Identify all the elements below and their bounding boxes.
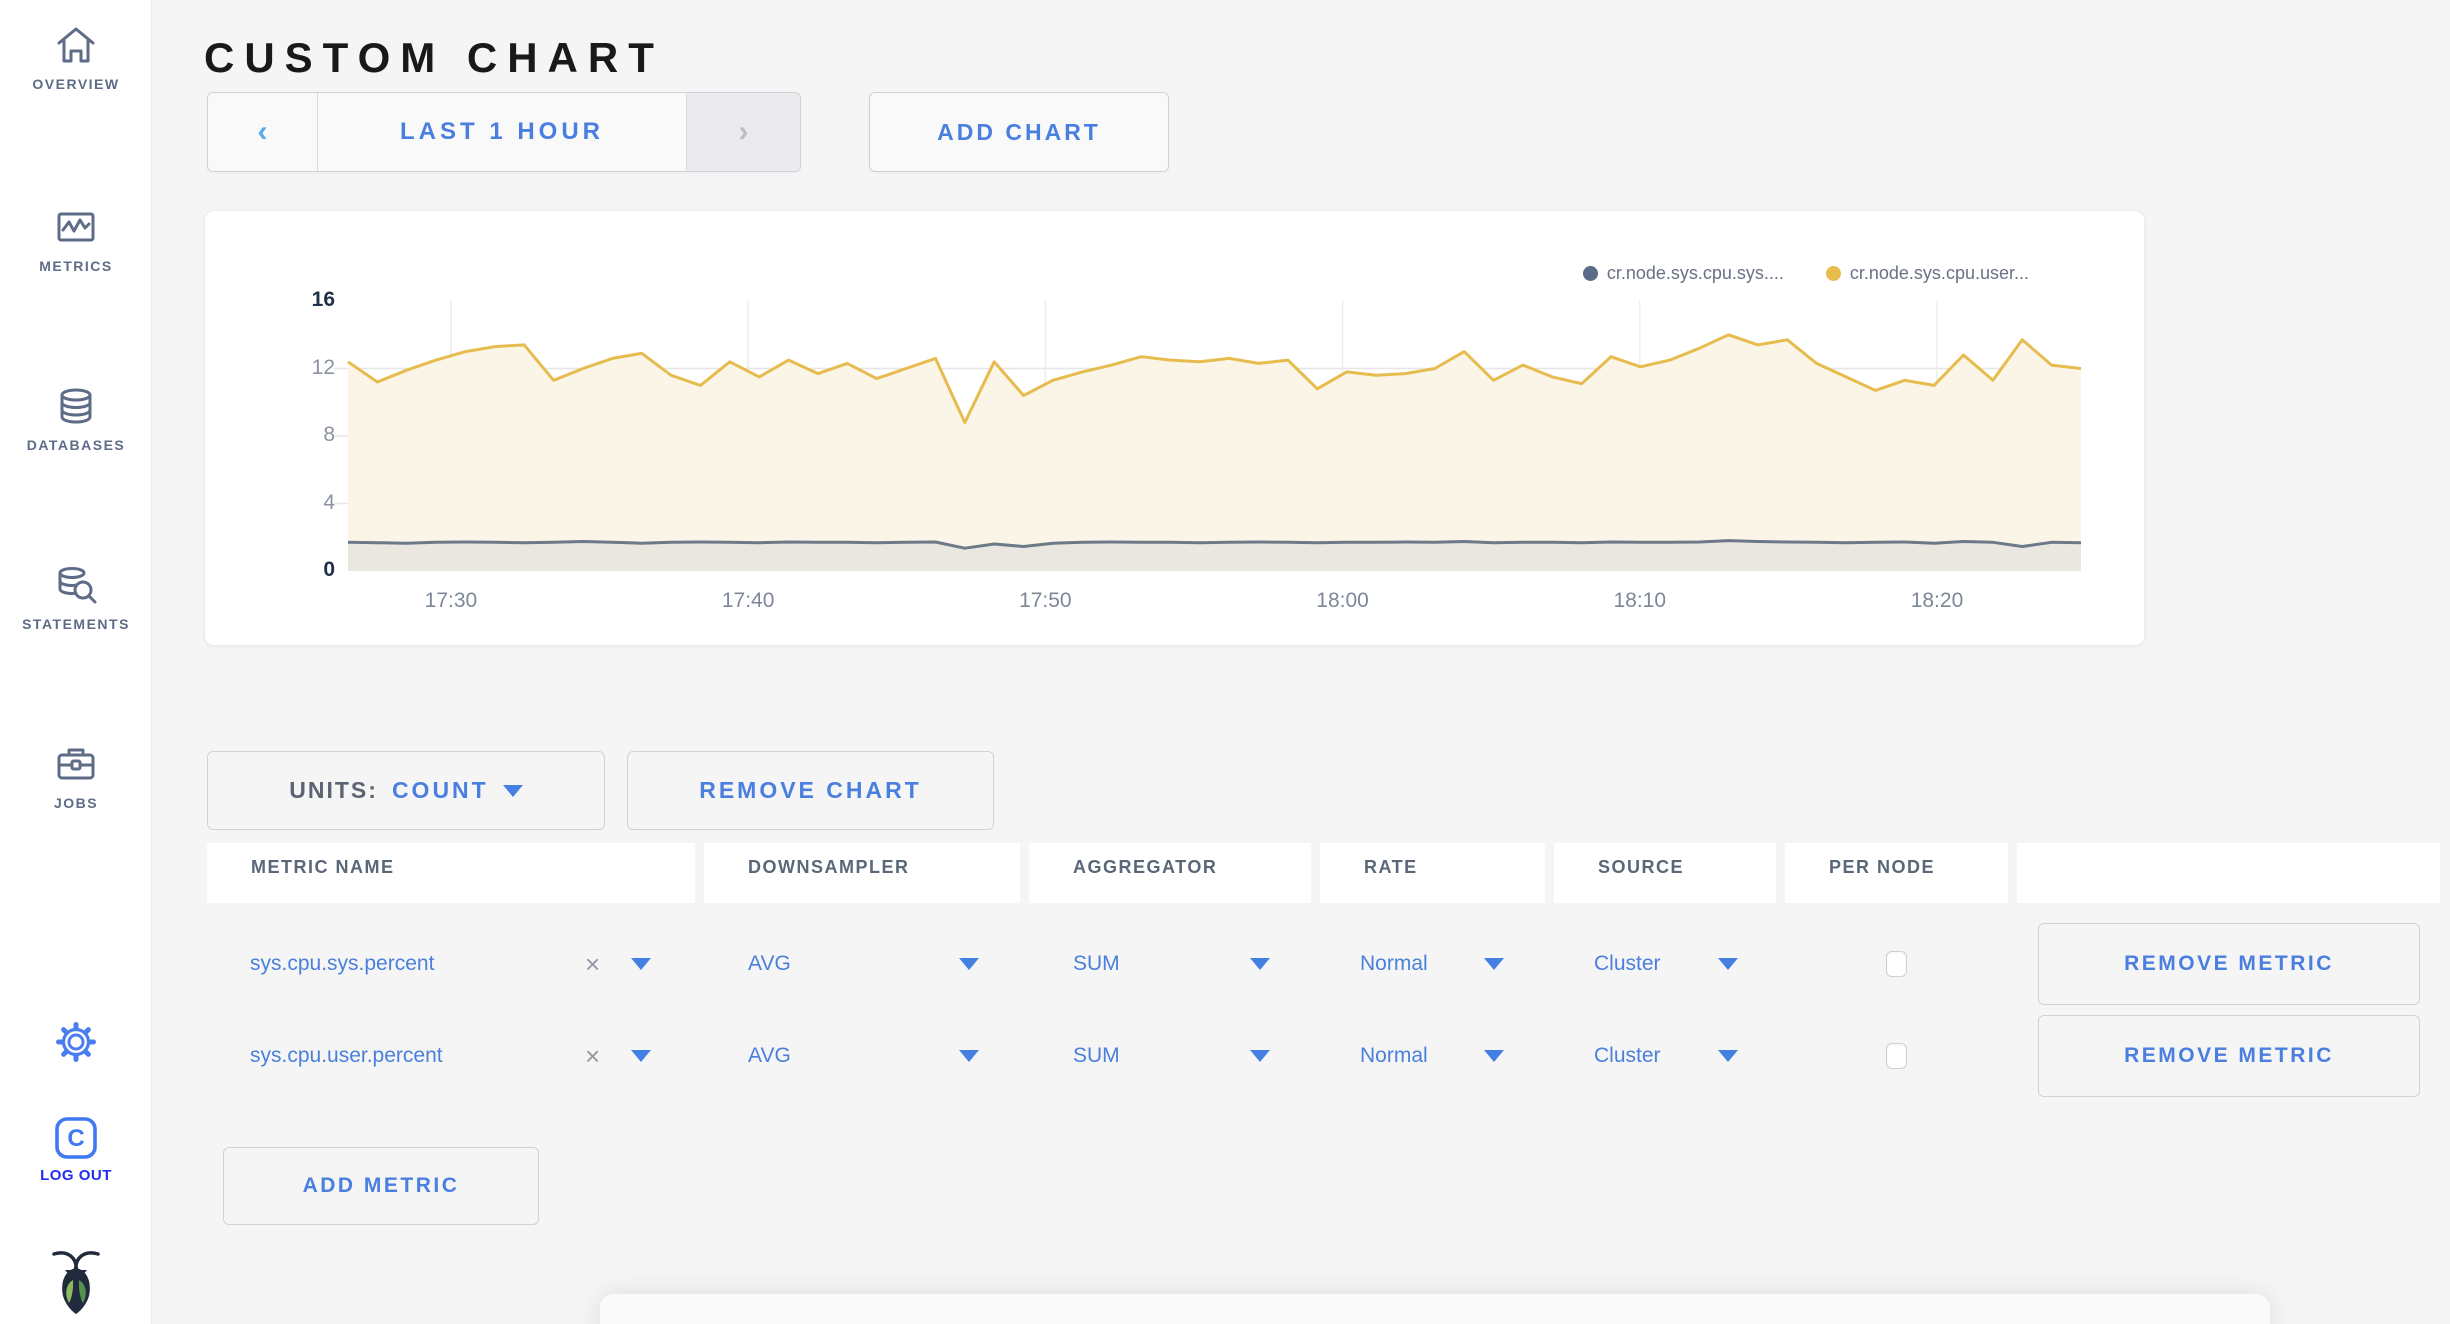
metrics-table-header: METRIC NAME DOWNSAMPLER AGGREGATOR RATE … (207, 843, 2440, 903)
sidebar-item-overview[interactable]: OVERVIEW (0, 21, 152, 92)
legend-label: cr.node.sys.cpu.user... (1849, 263, 2029, 283)
x-tick-label: 18:00 (1316, 589, 1369, 612)
x-tick-label: 18:20 (1910, 589, 1964, 612)
chevron-down-icon[interactable] (1718, 958, 1738, 970)
chart-card: cr.node.sys.cpu.sys.... cr.node.sys.cpu.… (204, 210, 2145, 646)
chevron-down-icon[interactable] (1484, 1050, 1504, 1062)
clear-metric-icon[interactable]: × (585, 951, 600, 977)
legend-dot-sys (1582, 266, 1598, 281)
column-header-downsampler: DOWNSAMPLER (704, 843, 1020, 903)
chevron-down-icon[interactable] (631, 1050, 651, 1062)
sidebar-item-label: JOBS (53, 795, 99, 811)
cockroach-c-icon: C (55, 1117, 97, 1159)
briefcase-icon (57, 748, 95, 780)
add-metric-button[interactable]: ADD METRIC (223, 1147, 539, 1225)
add-chart-button[interactable]: ADD CHART (869, 92, 1169, 172)
settings-button[interactable] (0, 1018, 152, 1066)
table-row: sys.cpu.sys.percent × AVG SUM Normal Clu… (207, 918, 2440, 1010)
legend-label: cr.node.sys.cpu.sys.... (1606, 263, 1784, 283)
sidebar-item-metrics[interactable]: METRICS (0, 203, 152, 274)
chevron-down-icon[interactable] (1250, 1050, 1270, 1062)
sidebar-item-label: OVERVIEW (32, 76, 120, 92)
per-node-checkbox[interactable] (1886, 951, 1907, 977)
chevron-down-icon (502, 784, 523, 797)
x-axis-labels: 17:30 17:40 17:50 18:00 18:10 18:20 (348, 589, 2081, 619)
column-header-per-node: PER NODE (1785, 843, 2008, 903)
time-next-button[interactable]: › (686, 93, 800, 171)
metric-name-dropdown[interactable]: sys.cpu.sys.percent (250, 952, 434, 976)
time-prev-button[interactable]: ‹ (208, 93, 318, 171)
line-chart-plot (334, 301, 2082, 571)
chevron-down-icon[interactable] (1718, 1050, 1738, 1062)
y-axis-labels: 16 12 8 4 0 (205, 288, 335, 581)
database-icon (60, 388, 92, 424)
gear-icon (56, 1022, 96, 1062)
downsampler-dropdown[interactable]: AVG (748, 952, 791, 976)
sidebar-item-label: METRICS (39, 258, 113, 274)
units-label: UNITS: (289, 777, 378, 803)
time-range-label[interactable]: LAST 1 HOUR (318, 93, 686, 171)
units-dropdown[interactable]: UNITS: COUNT (207, 751, 605, 830)
downsampler-dropdown[interactable]: AVG (748, 1044, 791, 1068)
sidebar-item-label: DATABASES (26, 437, 126, 453)
x-tick-label: 17:50 (1019, 589, 1072, 612)
sidebar-item-label: STATEMENTS (22, 616, 130, 632)
chart-legend: cr.node.sys.cpu.sys.... cr.node.sys.cpu.… (1582, 263, 2029, 284)
sidebar-item-databases[interactable]: DATABASES (0, 382, 152, 453)
legend-item[interactable]: cr.node.sys.cpu.sys.... (1582, 263, 1784, 284)
sidebar-item-statements[interactable]: STATEMENTS (0, 561, 152, 632)
column-header-metric-name: METRIC NAME (207, 843, 695, 903)
rate-dropdown[interactable]: Normal (1360, 952, 1428, 976)
chevron-down-icon[interactable] (631, 958, 651, 970)
cockroach-logo (0, 1246, 152, 1316)
x-tick-label: 18:10 (1613, 589, 1667, 612)
rate-dropdown[interactable]: Normal (1360, 1044, 1428, 1068)
chevron-down-icon[interactable] (959, 1050, 979, 1062)
column-header-source: SOURCE (1554, 843, 1776, 903)
x-tick-label: 17:40 (721, 589, 775, 612)
legend-item[interactable]: cr.node.sys.cpu.user... (1825, 263, 2029, 284)
svg-text:C: C (67, 1125, 84, 1152)
remove-metric-button[interactable]: REMOVE METRIC (2038, 923, 2420, 1005)
logout-button[interactable]: C LOG OUT (0, 1114, 152, 1184)
aggregator-dropdown[interactable]: SUM (1073, 952, 1120, 976)
table-row: sys.cpu.user.percent × AVG SUM Normal Cl… (207, 1010, 2440, 1102)
chevron-down-icon[interactable] (1250, 958, 1270, 970)
column-header-rate: RATE (1320, 843, 1545, 903)
source-dropdown[interactable]: Cluster (1594, 1044, 1661, 1068)
next-chart-peek (600, 1294, 2270, 1324)
source-dropdown[interactable]: Cluster (1594, 952, 1661, 976)
column-header-aggregator: AGGREGATOR (1029, 843, 1311, 903)
column-header-actions (2017, 843, 2440, 903)
y-tick-label: 4 (323, 490, 335, 514)
chevron-down-icon[interactable] (959, 958, 979, 970)
y-tick-label: 16 (311, 288, 335, 311)
logout-label: LOG OUT (40, 1167, 112, 1184)
y-tick-label: 8 (323, 423, 335, 446)
per-node-checkbox[interactable] (1886, 1043, 1907, 1069)
aggregator-dropdown[interactable]: SUM (1073, 1044, 1120, 1068)
sidebar: OVERVIEW METRICS DATABASES STATEMENTS JO… (0, 0, 152, 1324)
page-title: CUSTOM CHART (204, 34, 664, 82)
y-tick-label: 0 (323, 558, 335, 581)
statements-icon (58, 567, 97, 604)
clear-metric-icon[interactable]: × (585, 1043, 600, 1069)
chevron-down-icon[interactable] (1484, 958, 1504, 970)
remove-metric-button[interactable]: REMOVE METRIC (2038, 1015, 2420, 1097)
x-tick-label: 17:30 (424, 589, 478, 612)
units-value: COUNT (391, 777, 489, 803)
remove-chart-button[interactable]: REMOVE CHART (627, 751, 994, 830)
home-icon (57, 27, 95, 63)
sidebar-item-jobs[interactable]: JOBS (0, 740, 152, 811)
cockroach-bug-icon (52, 1251, 100, 1314)
legend-dot-user (1825, 266, 1841, 281)
time-range-selector: ‹ LAST 1 HOUR › (207, 92, 801, 172)
metric-name-dropdown[interactable]: sys.cpu.user.percent (250, 1044, 443, 1068)
metrics-icon (57, 212, 95, 242)
y-tick-label: 12 (311, 355, 335, 379)
custom-chart-page: OVERVIEW METRICS DATABASES STATEMENTS JO… (0, 0, 2450, 1324)
